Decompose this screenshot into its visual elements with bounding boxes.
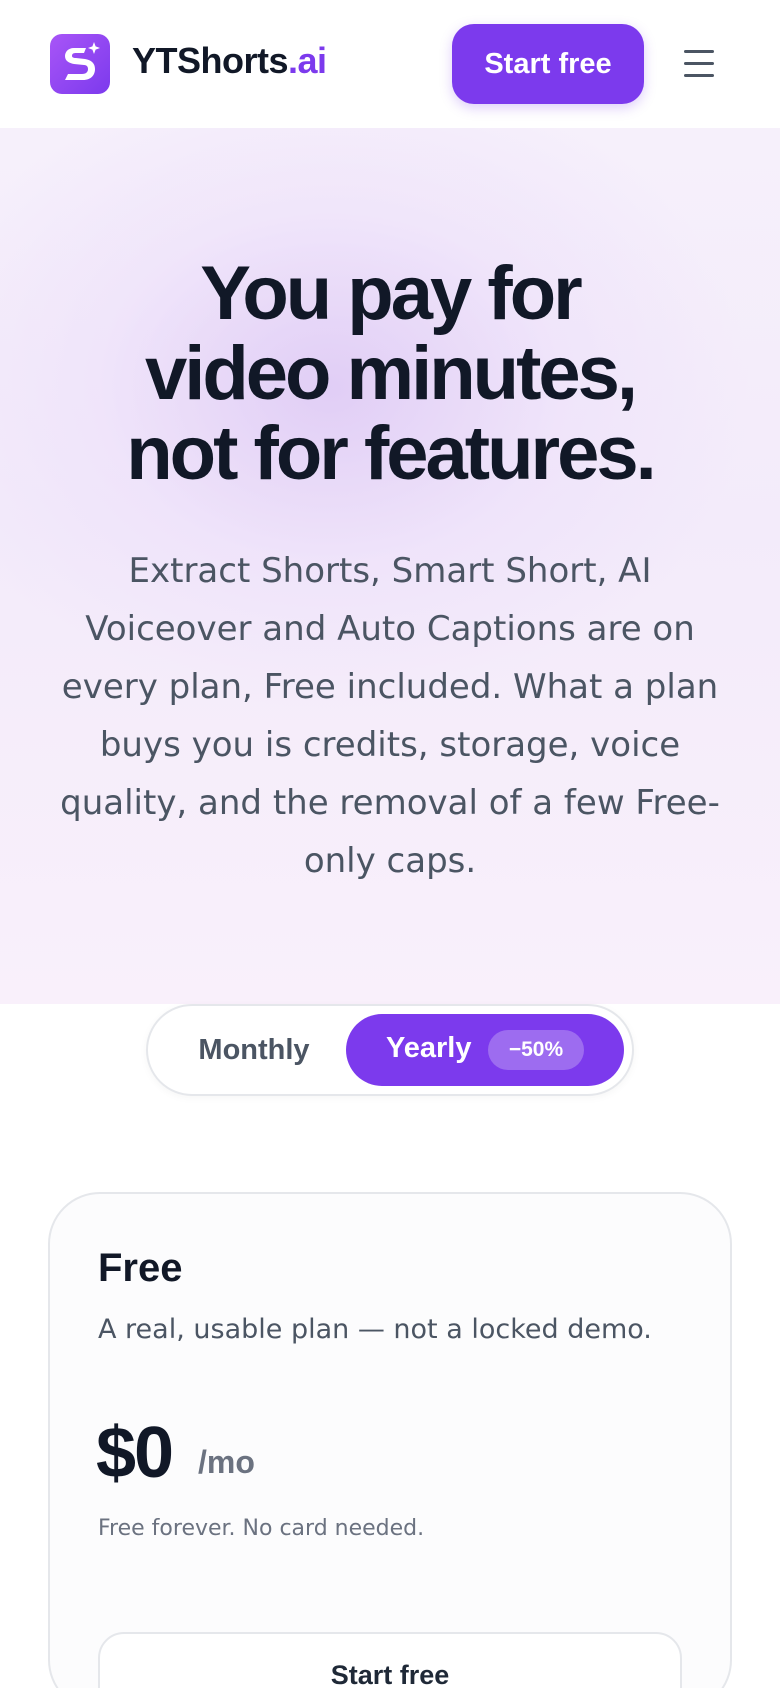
billing-monthly-option[interactable]: Monthly (184, 1028, 324, 1072)
plan-note: Free forever. No card needed. (98, 1516, 425, 1541)
plan-name: Free (98, 1246, 183, 1290)
start-free-button[interactable]: Start free (452, 24, 644, 104)
billing-toggle: Monthly Yearly −50% (146, 1004, 634, 1096)
plan-period: /mo (198, 1444, 255, 1480)
hero-subtitle: Extract Shorts, Smart Short, AI Voiceove… (60, 551, 720, 881)
plan-price: $0 (96, 1413, 174, 1493)
discount-badge: −50% (488, 1030, 584, 1070)
brand-name-main: YTShorts (132, 40, 289, 81)
hero-section: You pay for video minutes, not for featu… (0, 128, 780, 1004)
plan-start-free-button[interactable]: Start free (98, 1632, 682, 1688)
brand-name[interactable]: YTShorts.ai (132, 40, 327, 82)
billing-yearly-label: Yearly (386, 1032, 472, 1064)
hero-title-line: not for features. (126, 411, 657, 496)
plan-description: A real, usable plan — not a locked demo. (98, 1314, 652, 1345)
hamburger-menu-icon[interactable] (680, 44, 720, 84)
hero-title: You pay for video minutes, not for featu… (40, 254, 740, 494)
billing-yearly-option[interactable]: Yearly −50% (346, 1014, 624, 1086)
plan-card-free: Free A real, usable plan — not a locked … (48, 1192, 732, 1688)
logo-icon[interactable] (50, 34, 110, 94)
hero-title-line: video minutes, (144, 331, 638, 416)
site-header: YTShorts.ai Start free (0, 0, 780, 128)
brand-name-suffix: .ai (288, 40, 327, 81)
hero-title-line: You pay for (200, 251, 582, 336)
